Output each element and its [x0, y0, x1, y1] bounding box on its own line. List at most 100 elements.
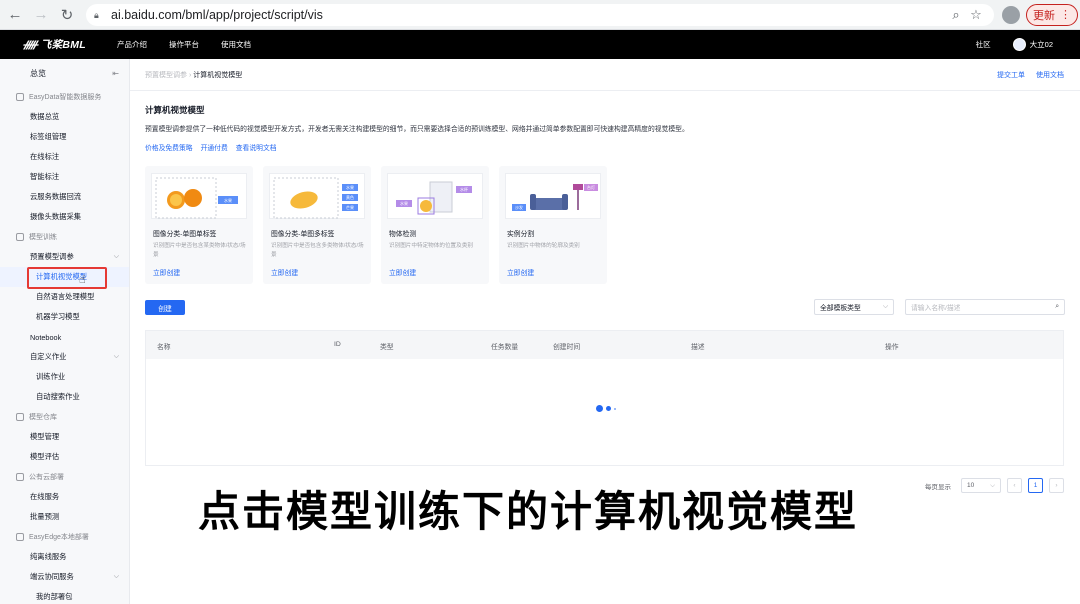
sidebar-item-training-jobs[interactable]: 训练作业 [0, 367, 129, 387]
col-task-count: 任务数量 [491, 344, 519, 351]
col-id: ID [334, 341, 341, 348]
card-tag: 黄色 [346, 194, 354, 200]
card-title: 物体检测 [389, 231, 417, 238]
pricing-link[interactable]: 价格及免费策略 [145, 142, 193, 152]
reload-icon[interactable]: ↻ [56, 4, 78, 26]
prev-page-button[interactable]: ‹ [1007, 478, 1022, 493]
sidebar-item-batch-predict[interactable]: 批量预测 [0, 507, 129, 527]
enable-billing-link[interactable]: 开通付费 [201, 142, 228, 152]
template-cards: 水果 图像分类-单图单标签 识别图片中是否包含某类物体/状态/场景 立即创建 水… [145, 166, 607, 284]
forward-arrow-icon[interactable]: → [30, 4, 52, 26]
sidebar-item-edge-cloud[interactable]: 端云协同服务 ⌵ [0, 567, 129, 587]
template-card[interactable]: 水果 黄色 芒果 图像分类-单图多标签 识别图片中是否包含多类物体/状态/场景 … [263, 166, 371, 284]
sidebar-item-autosearch-jobs[interactable]: 自动搜索作业 [0, 387, 129, 407]
top-right: 社区 大立02 [976, 38, 1053, 51]
object-detection-illustration: 水果 水杯 [396, 181, 472, 215]
browser-update-button[interactable]: 更新 ⋮ [1026, 3, 1078, 26]
brand-logo[interactable]: ᚏ 飞桨BML [23, 37, 86, 52]
sidebar-item-notebook[interactable]: Notebook [0, 327, 129, 347]
sidebar-item-custom-jobs[interactable]: 自定义作业 ⌵ [0, 347, 129, 367]
cloud-icon [16, 473, 24, 481]
create-now-link[interactable]: 立即创建 [389, 267, 416, 277]
breadcrumb-current: 计算机视觉模型 [193, 72, 243, 79]
sidebar-item-nlp-model[interactable]: 自然语言处理模型 [0, 287, 129, 307]
page-number-button[interactable]: 1 [1028, 478, 1043, 493]
search-input[interactable]: 请输入名称/描述 ⌕ [905, 299, 1065, 315]
sidebar-item-online-label[interactable]: 在线标注 [0, 147, 129, 167]
card-description: 识别图片中是否包含多类物体/状态/场景 [271, 243, 364, 258]
sidebar-item-model-eval[interactable]: 模型评估 [0, 447, 129, 467]
sidebar-item-online-service[interactable]: 在线服务 [0, 487, 129, 507]
card-thumbnail: 水果 水杯 [387, 173, 483, 219]
bookmark-star-icon[interactable]: ☆ [966, 7, 986, 23]
overview-label: 总览 [30, 68, 46, 78]
card-tag: 水果 [346, 184, 354, 190]
sidebar-item-data-overview[interactable]: 数据总览 [0, 107, 129, 127]
docs-link[interactable]: 使用文档 [1036, 70, 1064, 80]
top-navbar: ᚏ 飞桨BML 产品介绍 操作平台 使用文档 社区 大立02 [0, 30, 1080, 59]
loading-dot [614, 407, 616, 410]
sidebar: 总览 ⇤ EasyData智能数据服务 数据总览 标签组管理 在线标注 智能标注… [0, 59, 130, 604]
create-button[interactable]: 创建 [145, 300, 185, 315]
card-tag: 水杯 [460, 186, 468, 192]
update-label: 更新 [1033, 9, 1055, 22]
template-card[interactable]: 水果 图像分类-单图单标签 识别图片中是否包含某类物体/状态/场景 立即创建 [145, 166, 253, 284]
search-placeholder: 请输入名称/描述 [911, 305, 961, 312]
card-title: 实例分割 [507, 231, 535, 238]
card-tag: 沙发 [515, 204, 523, 210]
page-size-value: 10 [967, 482, 975, 489]
user-avatar[interactable] [1012, 38, 1026, 51]
template-type-select[interactable]: 全部模板类型 ⌵ [814, 299, 894, 315]
menu-product-intro[interactable]: 产品介绍 [117, 39, 147, 50]
menu-docs[interactable]: 使用文档 [221, 39, 251, 50]
submit-ticket-link[interactable]: 提交工单 [997, 70, 1025, 80]
breadcrumb: 预置模型调参 › 计算机视觉模型 [145, 70, 242, 80]
card-thumbnail: 水果 [151, 173, 247, 219]
sidebar-item-preset-tuning[interactable]: 预置模型调参 ⌵ [0, 247, 129, 267]
user-name[interactable]: 大立02 [1030, 39, 1053, 50]
community-link[interactable]: 社区 [976, 39, 991, 50]
address-bar[interactable]: 🔒︎ ai.baidu.com/bml/app/project/script/v… [86, 3, 994, 26]
hand-cursor-icon: ☝ [79, 274, 86, 286]
chevron-down-icon: ⌵ [113, 253, 119, 260]
sidebar-item-model-manage[interactable]: 模型管理 [0, 427, 129, 447]
data-icon [16, 93, 24, 101]
sidebar-item-offline-service[interactable]: 纯离线服务 [0, 547, 129, 567]
create-now-link[interactable]: 立即创建 [153, 267, 180, 277]
sidebar-item-ml-model[interactable]: 机器学习模型 [0, 307, 129, 327]
group-cloud-deploy: 公有云部署 [0, 467, 129, 487]
loading-spinner [596, 405, 616, 412]
sidebar-item-camera-collect[interactable]: 摄像头数据采集 [0, 207, 129, 227]
more-vert-icon: ⋮ [1060, 9, 1071, 21]
create-now-link[interactable]: 立即创建 [507, 267, 534, 277]
collapse-menu-icon[interactable]: ⇤ [112, 69, 119, 78]
chevron-down-icon: ⌵ [113, 353, 119, 360]
group-model-training: 模型训练 [0, 227, 129, 247]
search-icon[interactable]: ⌕ [1055, 303, 1059, 311]
mango-illustration: 水果 黄色 芒果 [273, 177, 358, 219]
view-docs-link[interactable]: 查看说明文档 [236, 142, 277, 152]
chevron-down-icon: ⌵ [882, 303, 888, 310]
sidebar-item-my-packages[interactable]: 我的部署包 [0, 587, 129, 604]
browser-toolbar: ← → ↻ 🔒︎ ai.baidu.com/bml/app/project/sc… [0, 0, 1080, 30]
page-size-select[interactable]: 10 ⌵ [961, 478, 1001, 493]
url-text: ai.baidu.com/bml/app/project/script/vis [111, 7, 323, 22]
profile-avatar-icon[interactable] [1002, 5, 1020, 24]
sidebar-item-label-groups[interactable]: 标签组管理 [0, 127, 129, 147]
zoom-icon[interactable]: ⌕ [946, 7, 966, 23]
template-card[interactable]: 水果 水杯 物体检测 识别图片中特定物体的位置及类别 立即创建 [381, 166, 489, 284]
create-now-link[interactable]: 立即创建 [271, 267, 298, 277]
brand-name: 飞桨BML [40, 39, 87, 51]
breadcrumb-parent[interactable]: 预置模型调参 [145, 72, 187, 79]
card-description: 识别图片中是否包含某类物体/状态/场景 [153, 243, 246, 258]
sidebar-item-cloud-backflow[interactable]: 云服务数据回流 [0, 187, 129, 207]
template-card[interactable]: 台灯 沙发 实例分割 识别图片中物体的轮廓及类别 立即创建 [499, 166, 607, 284]
card-tag: 水果 [400, 200, 408, 206]
sidebar-overview[interactable]: 总览 ⇤ [0, 59, 129, 87]
menu-platform[interactable]: 操作平台 [169, 39, 199, 50]
next-page-button[interactable]: › [1049, 478, 1064, 493]
tutorial-highlight-box [27, 267, 107, 289]
card-tag: 台灯 [587, 184, 595, 190]
sidebar-item-smart-label[interactable]: 智能标注 [0, 167, 129, 187]
back-arrow-icon[interactable]: ← [4, 4, 26, 26]
